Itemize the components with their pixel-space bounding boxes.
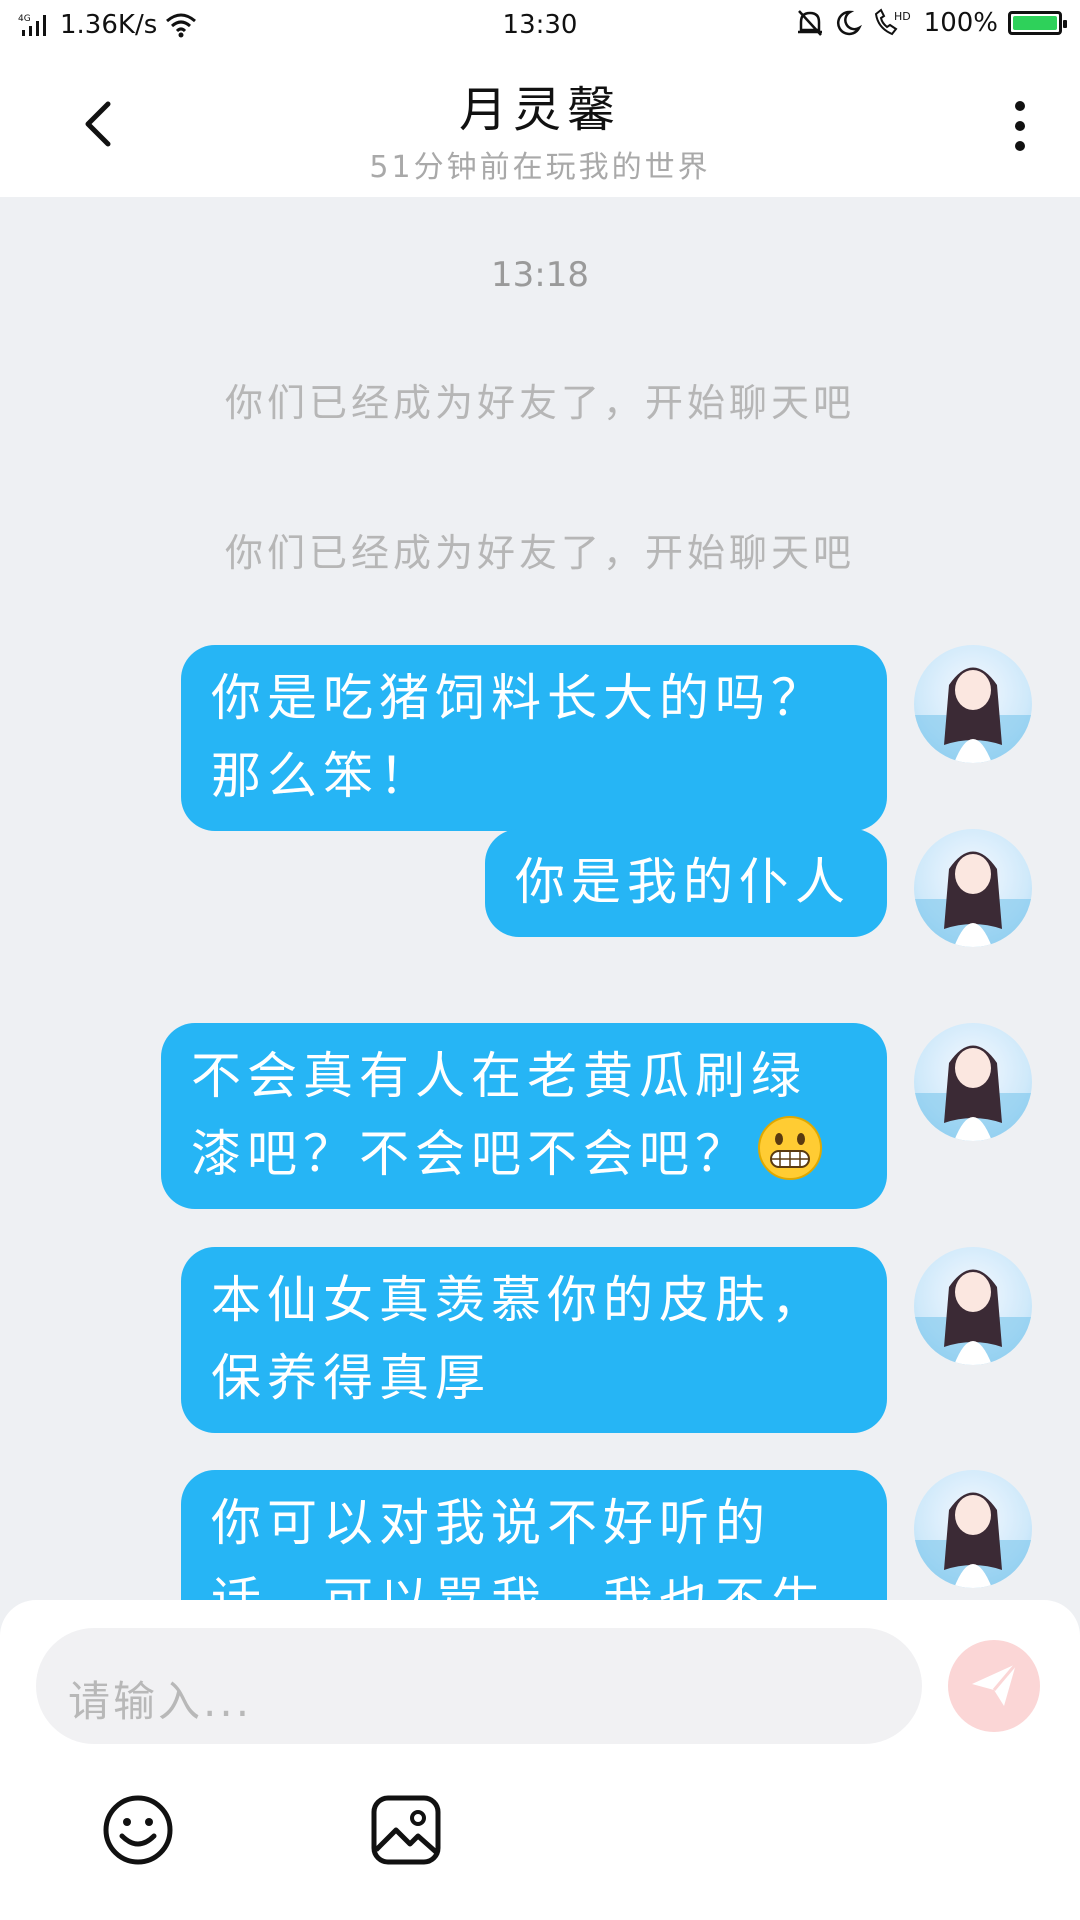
contact-status: 51分钟前在玩我的世界: [369, 150, 711, 185]
message-text-line: 不会真有人在老黄瓜刷绿: [191, 1047, 807, 1105]
message-bubble[interactable]: 不会真有人在老黄瓜刷绿 漆吧？不会吧不会吧？: [161, 1023, 887, 1209]
battery-percent: 100%: [923, 8, 998, 38]
phone-hd-icon: HD: [874, 8, 911, 36]
message-text-line: 本仙女真羡慕你的皮肤，: [211, 1271, 827, 1329]
status-right: HD 100%: [796, 8, 1067, 38]
message-text: 漆吧？不会吧不会吧？: [191, 1125, 751, 1183]
message-text-line: 话，可以骂我，我也不生: [211, 1562, 851, 1600]
message-text-line: 保养得真厚: [211, 1349, 491, 1407]
emoji-icon[interactable]: [98, 1790, 178, 1870]
message-bubble[interactable]: 你是吃猪饲料长大的吗？ 那么笨！: [181, 645, 887, 831]
message-bubble[interactable]: 本仙女真羡慕你的皮肤， 保养得真厚: [181, 1247, 887, 1433]
send-button[interactable]: [948, 1640, 1040, 1732]
avatar-image: [914, 851, 1032, 947]
svg-text:HD: HD: [894, 10, 911, 23]
battery-icon: [1008, 11, 1067, 35]
message-list[interactable]: 13:18 你们已经成为好友了，开始聊天吧 你们已经成为好友了，开始聊天吧 你是…: [0, 197, 1080, 1600]
message-input[interactable]: [36, 1628, 922, 1744]
grinning-face-emoji-icon: [758, 1116, 822, 1180]
contact-name: 月灵馨: [458, 82, 621, 138]
system-message: 你们已经成为好友了，开始聊天吧: [224, 531, 855, 575]
moon-icon: [836, 10, 862, 36]
chat-screen: 4G 1.36K/s 13:30 HD 100% 月灵馨 51分钟前在玩我的世界…: [0, 0, 1080, 1920]
chat-header: 月灵馨 51分钟前在玩我的世界: [0, 52, 1080, 197]
message-text-line: 你是我的仆人: [515, 853, 851, 911]
avatar[interactable]: [914, 1470, 1032, 1588]
more-vertical-icon[interactable]: [1000, 96, 1040, 156]
avatar-image: [914, 1045, 1032, 1141]
composer-panel: [0, 1600, 1080, 1920]
avatar-image: [914, 667, 1032, 763]
avatar[interactable]: [914, 829, 1032, 947]
avatar[interactable]: [914, 645, 1032, 763]
time-divider: 13:18: [491, 255, 589, 295]
avatar-image: [914, 1269, 1032, 1365]
message-bubble[interactable]: 你可以对我说不好听的 话，可以骂我，我也不生: [181, 1470, 887, 1600]
image-icon[interactable]: [366, 1790, 446, 1870]
message-text-line: 你是吃猪饲料长大的吗？: [211, 669, 827, 727]
avatar[interactable]: [914, 1247, 1032, 1365]
send-icon: [972, 1663, 1018, 1706]
message-text-line: 漆吧？不会吧不会吧？: [191, 1115, 851, 1193]
status-bar: 4G 1.36K/s 13:30 HD 100%: [0, 0, 1080, 52]
battery-level: [1013, 16, 1057, 30]
avatar-image: [914, 1492, 1032, 1588]
bell-off-icon: [797, 10, 822, 36]
system-message: 你们已经成为好友了，开始聊天吧: [224, 381, 855, 425]
message-bubble[interactable]: 你是我的仆人: [485, 829, 887, 937]
message-text-line: 你可以对我说不好听的: [211, 1494, 771, 1552]
avatar[interactable]: [914, 1023, 1032, 1141]
message-text-line: 那么笨！: [211, 747, 435, 805]
